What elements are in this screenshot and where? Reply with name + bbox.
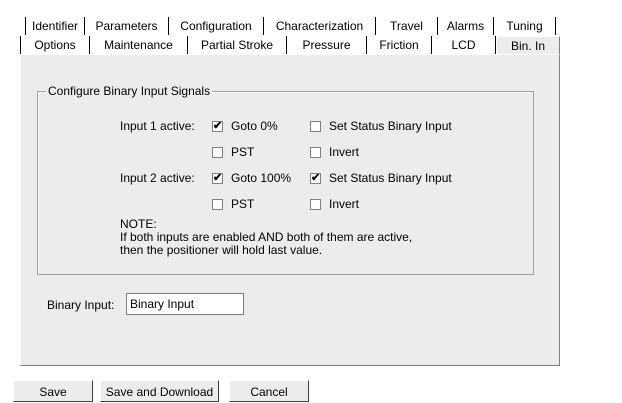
tab-bin-in[interactable]: Bin. In xyxy=(496,36,560,54)
input2-label: Input 2 active: xyxy=(120,171,195,185)
binary-input-groupbox: Configure Binary Input Signals Input 1 a… xyxy=(37,84,534,275)
tab-maintenance[interactable]: Maintenance xyxy=(90,36,188,54)
tab-identifier[interactable]: Identifier xyxy=(25,17,85,35)
input1-set-status-checkbox[interactable]: Set Status Binary Input xyxy=(310,119,452,133)
input2-invert-checkbox[interactable]: Invert xyxy=(310,197,359,211)
input2-pst-checkbox[interactable]: PST xyxy=(212,197,254,211)
tab-partial-stroke[interactable]: Partial Stroke xyxy=(188,36,287,54)
tab-friction[interactable]: Friction xyxy=(367,36,432,54)
input2-goto100-checkbox[interactable]: Goto 100% xyxy=(212,171,291,185)
tab-parameters[interactable]: Parameters xyxy=(85,17,169,35)
binary-input-label: Binary Input: xyxy=(47,298,115,312)
tab-options[interactable]: Options xyxy=(20,36,90,54)
input1-pst-checkbox[interactable]: PST xyxy=(212,145,254,159)
tab-lcd[interactable]: LCD xyxy=(432,36,496,54)
tab-panel: Configure Binary Input Signals Input 1 a… xyxy=(20,54,560,366)
input2-set-status-checkbox[interactable]: Set Status Binary Input xyxy=(310,171,452,185)
checkbox-box[interactable] xyxy=(310,198,321,210)
binary-input-field[interactable]: Binary Input xyxy=(126,293,244,315)
checkbox-box[interactable] xyxy=(212,120,223,132)
note-text: NOTE: If both inputs are enabled AND bot… xyxy=(120,217,413,257)
tab-row-1: Identifier Parameters Configuration Char… xyxy=(20,17,560,35)
tab-travel[interactable]: Travel xyxy=(376,17,438,35)
group-title: Configure Binary Input Signals xyxy=(46,84,213,98)
tab-tuning[interactable]: Tuning xyxy=(494,17,556,35)
save-and-download-button[interactable]: Save and Download xyxy=(100,380,219,402)
checkbox-box[interactable] xyxy=(310,146,321,158)
checkbox-box[interactable] xyxy=(212,146,223,158)
tab-configuration[interactable]: Configuration xyxy=(169,17,264,35)
checkbox-box[interactable] xyxy=(310,172,321,184)
checkbox-box[interactable] xyxy=(212,198,223,210)
tab-pressure[interactable]: Pressure xyxy=(287,36,367,54)
checkbox-box[interactable] xyxy=(310,120,321,132)
cancel-button[interactable]: Cancel xyxy=(229,380,309,402)
input1-label: Input 1 active: xyxy=(120,119,195,133)
tab-characterization[interactable]: Characterization xyxy=(264,17,376,35)
input1-goto0-checkbox[interactable]: Goto 0% xyxy=(212,119,278,133)
input1-invert-checkbox[interactable]: Invert xyxy=(310,145,359,159)
tab-row-2: Options Maintenance Partial Stroke Press… xyxy=(20,36,560,54)
checkbox-box[interactable] xyxy=(212,172,223,184)
save-button[interactable]: Save xyxy=(13,380,93,402)
tab-alarms[interactable]: Alarms xyxy=(438,17,494,35)
